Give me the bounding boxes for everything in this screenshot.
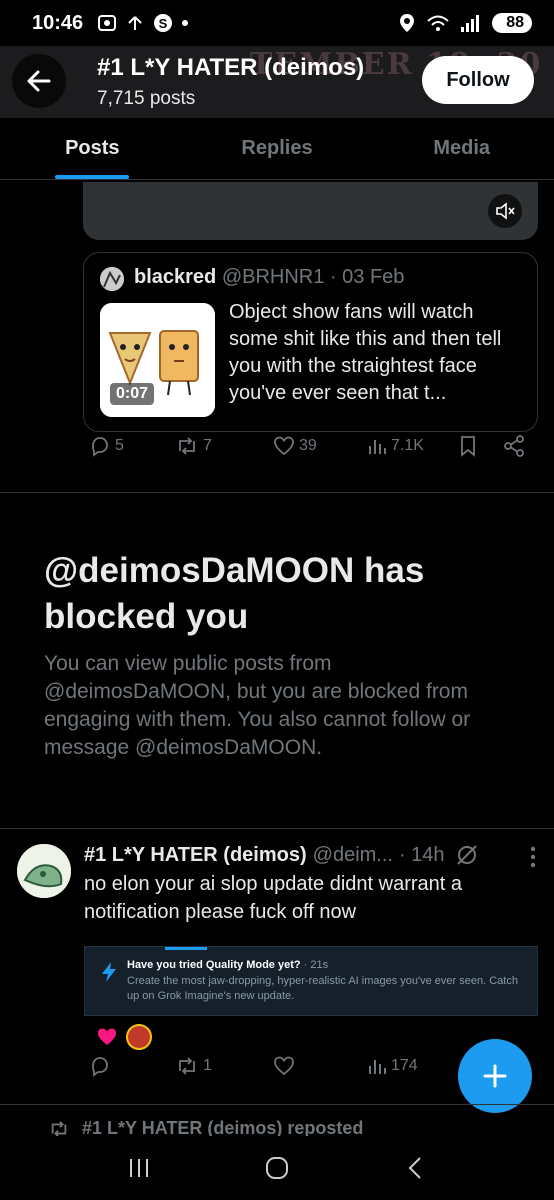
author-name[interactable]: #1 L*Y HATER (deimos) [84,844,307,867]
heart-icon [274,436,294,456]
views-button[interactable]: 174 [367,1056,418,1076]
reactions [96,1024,152,1050]
quoted-header: blackred @BRHNR1 · 03 Feb [134,266,404,289]
repost-icon [179,437,195,455]
heart-filled-icon[interactable] [96,1027,118,1047]
status-bar: 10:46 S 88 [0,0,554,46]
heart-icon [274,1056,294,1076]
media-time: · 21s [303,959,329,971]
tab-media[interactable]: Media [369,118,554,179]
reply-button[interactable] [89,1055,111,1077]
mute-button[interactable] [488,194,522,228]
plus-icon [483,1064,507,1088]
dot-icon [182,20,189,26]
repost-count: 1 [203,1057,212,1074]
repost-button[interactable]: 1 [175,1055,212,1077]
reply-button[interactable]: 5 [89,435,124,457]
posts-count: 7,715 posts [97,88,196,109]
back-button[interactable] [12,54,66,108]
share-icon [128,16,142,30]
battery-indicator: 88 [492,13,532,33]
views-count: 7.1K [391,437,424,454]
svg-text:S: S [159,16,168,31]
post-header: #1 L*Y HATER (deimos) @deim... · 14h [84,843,479,867]
location-icon [400,14,415,32]
profile-tabs: Posts Replies Media [0,118,554,180]
quoted-avatar[interactable] [100,267,124,291]
quoted-post[interactable]: blackred @BRHNR1 · 03 Feb 0:07 Object sh… [83,252,538,432]
bookmark-button[interactable] [459,435,477,457]
recents-button[interactable] [109,1144,169,1192]
views-count: 174 [391,1057,418,1074]
divider [0,828,554,829]
post-time: · 14h [398,843,445,866]
divider [0,1104,554,1105]
screenshot-icon [98,15,117,31]
views-icon [369,440,386,454]
home-button[interactable] [247,1144,307,1192]
quoted-date: · 03 Feb [329,266,405,288]
grok-icon[interactable] [455,843,479,867]
lightning-icon [102,962,116,982]
media-title-text: Have you tried Quality Mode yet? [127,959,301,971]
post-image[interactable]: Have you tried Quality Mode yet? · 21s C… [84,946,538,1016]
quoted-text: Object show fans will watch some shit li… [229,301,502,404]
profile-title: #1 L*Y HATER (deimos) [97,54,365,81]
like-button[interactable]: 39 [273,436,317,456]
status-notification-icons: S [97,13,189,33]
chevron-left-icon [408,1157,421,1179]
system-nav-bar [0,1136,554,1200]
share-nodes-icon [504,435,524,457]
repost-button[interactable]: 7 [175,435,212,457]
recents-icon [130,1159,148,1177]
reply-icon [92,437,108,457]
post-text: no elon your ai slop update didnt warran… [84,873,463,923]
like-count: 39 [299,437,317,454]
views-icon [369,1060,386,1074]
arrow-left-icon [27,70,51,92]
compose-button[interactable] [458,1039,532,1113]
reply-count: 5 [115,437,124,454]
video-duration: 0:07 [110,383,155,405]
system-back-button[interactable] [385,1144,445,1192]
quoted-video-thumbnail[interactable]: 0:07 [100,303,215,417]
repost-icon [179,1057,195,1075]
follow-button[interactable]: Follow [422,56,534,104]
more-vertical-icon [530,846,536,868]
wifi-icon [427,15,449,31]
bookmark-icon [461,436,475,457]
reply-icon [92,1057,108,1077]
progress-bar [165,947,207,950]
author-handle[interactable]: @deim... [313,844,393,867]
avatar[interactable] [17,844,71,898]
home-icon [266,1157,288,1179]
views-button[interactable]: 7.1K [367,436,424,456]
signal-icon [461,15,480,32]
tab-replies[interactable]: Replies [185,118,370,179]
status-time: 10:46 [32,11,84,34]
reaction-avatar[interactable] [126,1024,152,1050]
app-s-icon: S [154,14,173,32]
speaker-muted-icon [496,202,515,220]
profile-header: TEMBER 18, 20 #1 L*Y HATER (deimos) 7,71… [0,46,554,118]
share-button[interactable] [503,435,525,457]
repost-count: 7 [203,437,212,454]
more-options-button[interactable] [530,846,536,873]
status-system-icons: 88 [398,13,532,33]
like-button[interactable] [273,1056,295,1076]
quoted-handle[interactable]: @BRHNR1 [222,266,325,288]
tab-posts[interactable]: Posts [0,118,185,179]
media-body: Create the most jaw-dropping, hyper-real… [127,975,518,1002]
blocked-title: @deimosDaMOON has blocked you [44,551,425,636]
blocked-message: You can view public posts from @deimosDa… [44,652,471,759]
divider [0,492,554,493]
media-title: Have you tried Quality Mode yet? · 21s [127,959,328,971]
quoted-name[interactable]: blackred [134,266,216,288]
post-media[interactable] [83,182,538,240]
